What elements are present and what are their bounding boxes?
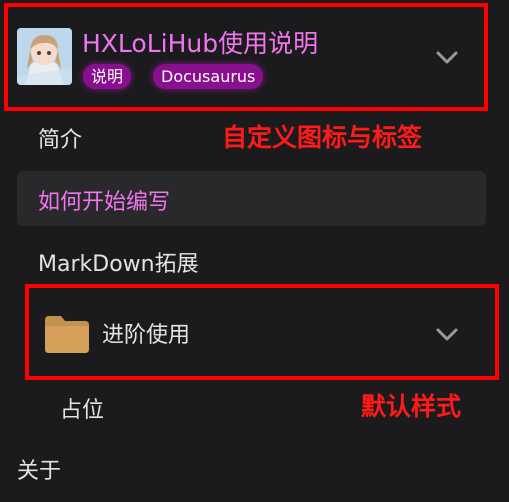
chevron-down-icon[interactable] <box>432 42 462 72</box>
avatar <box>17 28 72 85</box>
badge-description: 说明 <box>83 64 132 89</box>
sidebar-item-about[interactable]: 关于 <box>17 453 61 485</box>
annotation-custom-icon-tag: 自定义图标与标签 <box>222 123 423 152</box>
folder-icon <box>45 316 89 353</box>
badge-docusaurus: Docusaurus <box>153 64 264 89</box>
annotation-default-style: 默认样式 <box>361 392 462 421</box>
chevron-down-icon[interactable] <box>432 319 462 349</box>
sidebar-item-advanced[interactable]: 进阶使用 <box>102 317 190 349</box>
sidebar-item-placeholder[interactable]: 占位 <box>60 392 104 424</box>
sidebar-item-markdown[interactable]: MarkDown拓展 <box>38 246 199 278</box>
sidebar-item-howto[interactable]: 如何开始编写 <box>38 184 170 216</box>
annotation-box-default <box>25 284 499 380</box>
sidebar-item-intro[interactable]: 简介 <box>38 122 82 154</box>
sidebar-title[interactable]: HXLoLiHub使用说明 <box>82 24 318 60</box>
